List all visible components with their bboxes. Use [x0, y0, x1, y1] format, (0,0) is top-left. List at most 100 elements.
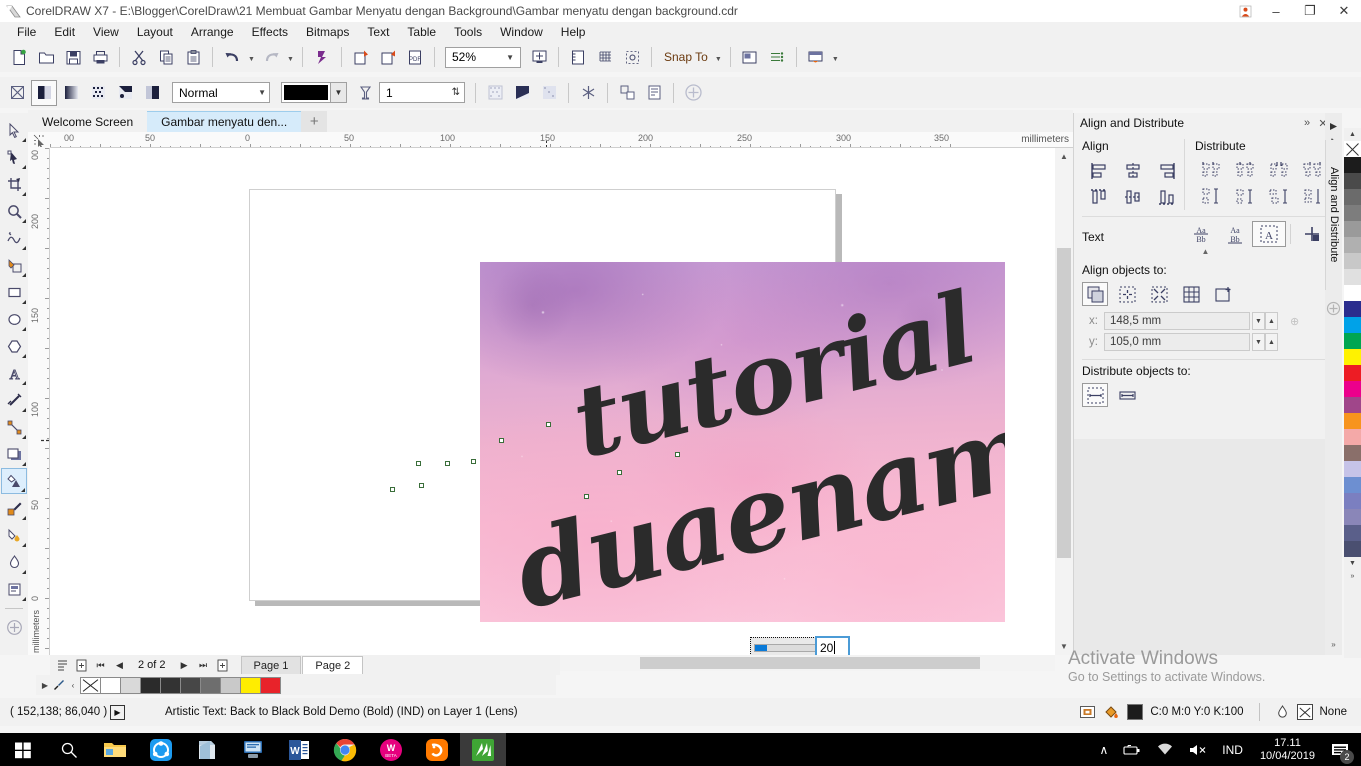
- text-tool[interactable]: A: [1, 360, 27, 386]
- horizontal-scroll-thumb[interactable]: [640, 657, 980, 669]
- transparency-tool[interactable]: [1, 468, 27, 494]
- docker-more-icon[interactable]: »: [1325, 633, 1342, 655]
- flyout-arrow-icon[interactable]: [22, 597, 26, 601]
- start-button[interactable]: [0, 733, 46, 766]
- palette-swatch-none[interactable]: [80, 676, 101, 694]
- full-screen-preview-icon[interactable]: [526, 44, 552, 70]
- uc-browser-icon[interactable]: [414, 733, 460, 766]
- menu-view[interactable]: View: [84, 23, 128, 41]
- palette-swatch[interactable]: [1344, 205, 1361, 221]
- tab-welcome-screen[interactable]: Welcome Screen: [28, 111, 148, 132]
- ccleaner-icon[interactable]: [138, 733, 184, 766]
- docker-add-icon[interactable]: [1325, 296, 1342, 320]
- align-right-button[interactable]: [1150, 158, 1184, 184]
- crop-tool[interactable]: [1, 171, 27, 197]
- vertical-scroll-thumb[interactable]: [1057, 248, 1071, 558]
- flyout-arrow-icon[interactable]: [22, 354, 26, 358]
- export-icon[interactable]: [375, 44, 401, 70]
- object-node-handle[interactable]: [419, 483, 424, 488]
- outline-none-swatch[interactable]: [1296, 704, 1313, 720]
- document-page[interactable]: tutorial duaenam 20: [249, 189, 1005, 655]
- fountain-transparency-icon[interactable]: [58, 80, 84, 106]
- fill-color-icon[interactable]: [1103, 704, 1120, 721]
- align-top-button[interactable]: [1082, 184, 1116, 210]
- transparency-value-input[interactable]: 20: [815, 636, 850, 655]
- paste-icon[interactable]: [180, 44, 206, 70]
- distribute-center-horizontally-button[interactable]: [1229, 158, 1263, 184]
- palette-swatch[interactable]: [1344, 253, 1361, 269]
- palette-swatch[interactable]: [1344, 189, 1361, 205]
- notification-center-icon[interactable]: 2: [1325, 733, 1355, 766]
- application-launcher-icon[interactable]: [803, 44, 829, 70]
- zoom-level-combo[interactable]: 52% ▼: [445, 46, 521, 68]
- search-icon[interactable]: [46, 733, 92, 766]
- clear-transparency-icon[interactable]: [680, 80, 706, 106]
- object-node-handle[interactable]: [445, 461, 450, 466]
- y-coordinate-input[interactable]: 105,0 mm: [1104, 333, 1250, 351]
- tab-active-document[interactable]: Gambar menyatu den...: [147, 111, 302, 132]
- palette-down-arrow-icon[interactable]: ▼: [1344, 557, 1361, 570]
- cut-icon[interactable]: [126, 44, 152, 70]
- align-to-center-of-page-button[interactable]: [1146, 282, 1172, 306]
- vertical-scrollbar[interactable]: ▲ ▼: [1055, 148, 1073, 655]
- spinner-arrows-icon[interactable]: ⇅: [452, 87, 460, 98]
- scroll-down-arrow-icon[interactable]: ▼: [1055, 638, 1073, 655]
- align-to-edge-of-page-button[interactable]: [1114, 282, 1140, 306]
- next-page-button[interactable]: ▶: [176, 657, 193, 674]
- notepad-app-icon[interactable]: [184, 733, 230, 766]
- color-eyedropper-tool[interactable]: [1, 495, 27, 521]
- palette-scroll-left-icon[interactable]: ‹: [66, 676, 80, 694]
- palette-swatch[interactable]: [1344, 269, 1361, 285]
- corel-connect-icon[interactable]: [309, 44, 335, 70]
- no-transparency-icon[interactable]: [4, 80, 30, 106]
- align-center-horizontally-button[interactable]: [1116, 158, 1150, 184]
- undo-dropdown-arrow-icon[interactable]: ▼: [246, 44, 257, 70]
- palette-swatch[interactable]: [1344, 365, 1361, 381]
- flyout-arrow-icon[interactable]: [22, 543, 26, 547]
- flyout-arrow-icon[interactable]: [22, 246, 26, 250]
- align-to-active-objects-button[interactable]: [1082, 282, 1108, 306]
- palette-scroll-right-icon[interactable]: ▶: [38, 676, 52, 694]
- palette-swatch[interactable]: [1344, 541, 1361, 557]
- palette-swatch[interactable]: [1344, 445, 1361, 461]
- palette-swatch[interactable]: [1344, 509, 1361, 525]
- distribute-spacing-vertically-button[interactable]: [1263, 184, 1297, 210]
- palette-swatch[interactable]: [240, 676, 261, 694]
- wattpad-icon[interactable]: W BETA: [368, 733, 414, 766]
- menu-table[interactable]: Table: [398, 23, 445, 41]
- palette-swatch[interactable]: [1344, 237, 1361, 253]
- flyout-arrow-icon[interactable]: [22, 516, 26, 520]
- object-node-handle[interactable]: [471, 459, 476, 464]
- vertical-ruler[interactable]: millimeters 00 200 150 100 50 0: [28, 148, 50, 655]
- distribute-spacing-horizontally-button[interactable]: [1263, 158, 1297, 184]
- snap-to-label[interactable]: Snap To: [658, 50, 712, 64]
- object-node-handle[interactable]: [416, 461, 421, 466]
- palette-swatch[interactable]: [1344, 493, 1361, 509]
- palette-swatch[interactable]: [140, 676, 161, 694]
- palette-swatch[interactable]: [1344, 317, 1361, 333]
- show-rulers-icon[interactable]: [565, 44, 591, 70]
- redo-dropdown-arrow-icon[interactable]: ▼: [285, 44, 296, 70]
- outline-pen-icon[interactable]: [1275, 704, 1290, 721]
- menu-file[interactable]: File: [8, 23, 45, 41]
- palette-expand-icon[interactable]: »: [1344, 570, 1361, 583]
- transparency-target-all-icon[interactable]: [536, 80, 562, 106]
- coreldraw-taskbar-icon[interactable]: [460, 733, 506, 766]
- options-icon[interactable]: [737, 44, 763, 70]
- page-tab-1[interactable]: Page 1: [240, 656, 302, 674]
- menu-bitmaps[interactable]: Bitmaps: [297, 23, 358, 41]
- object-node-handle[interactable]: [617, 470, 622, 475]
- chrome-icon[interactable]: [322, 733, 368, 766]
- palette-swatch[interactable]: [1344, 157, 1361, 173]
- copy-transparency-icon[interactable]: [614, 80, 640, 106]
- launcher-dropdown-arrow-icon[interactable]: ▼: [830, 44, 841, 70]
- pick-tool[interactable]: [1, 117, 27, 143]
- flyout-arrow-icon[interactable]: [21, 488, 25, 492]
- status-expand-button[interactable]: ▶: [110, 704, 125, 720]
- flyout-arrow-icon[interactable]: [22, 408, 26, 412]
- align-bottom-button[interactable]: [1150, 184, 1184, 210]
- close-button[interactable]: ✕: [1327, 0, 1361, 22]
- drop-shadow-tool[interactable]: [1, 441, 27, 467]
- flyout-arrow-icon[interactable]: [22, 462, 26, 466]
- edit-transparency-icon[interactable]: [641, 80, 667, 106]
